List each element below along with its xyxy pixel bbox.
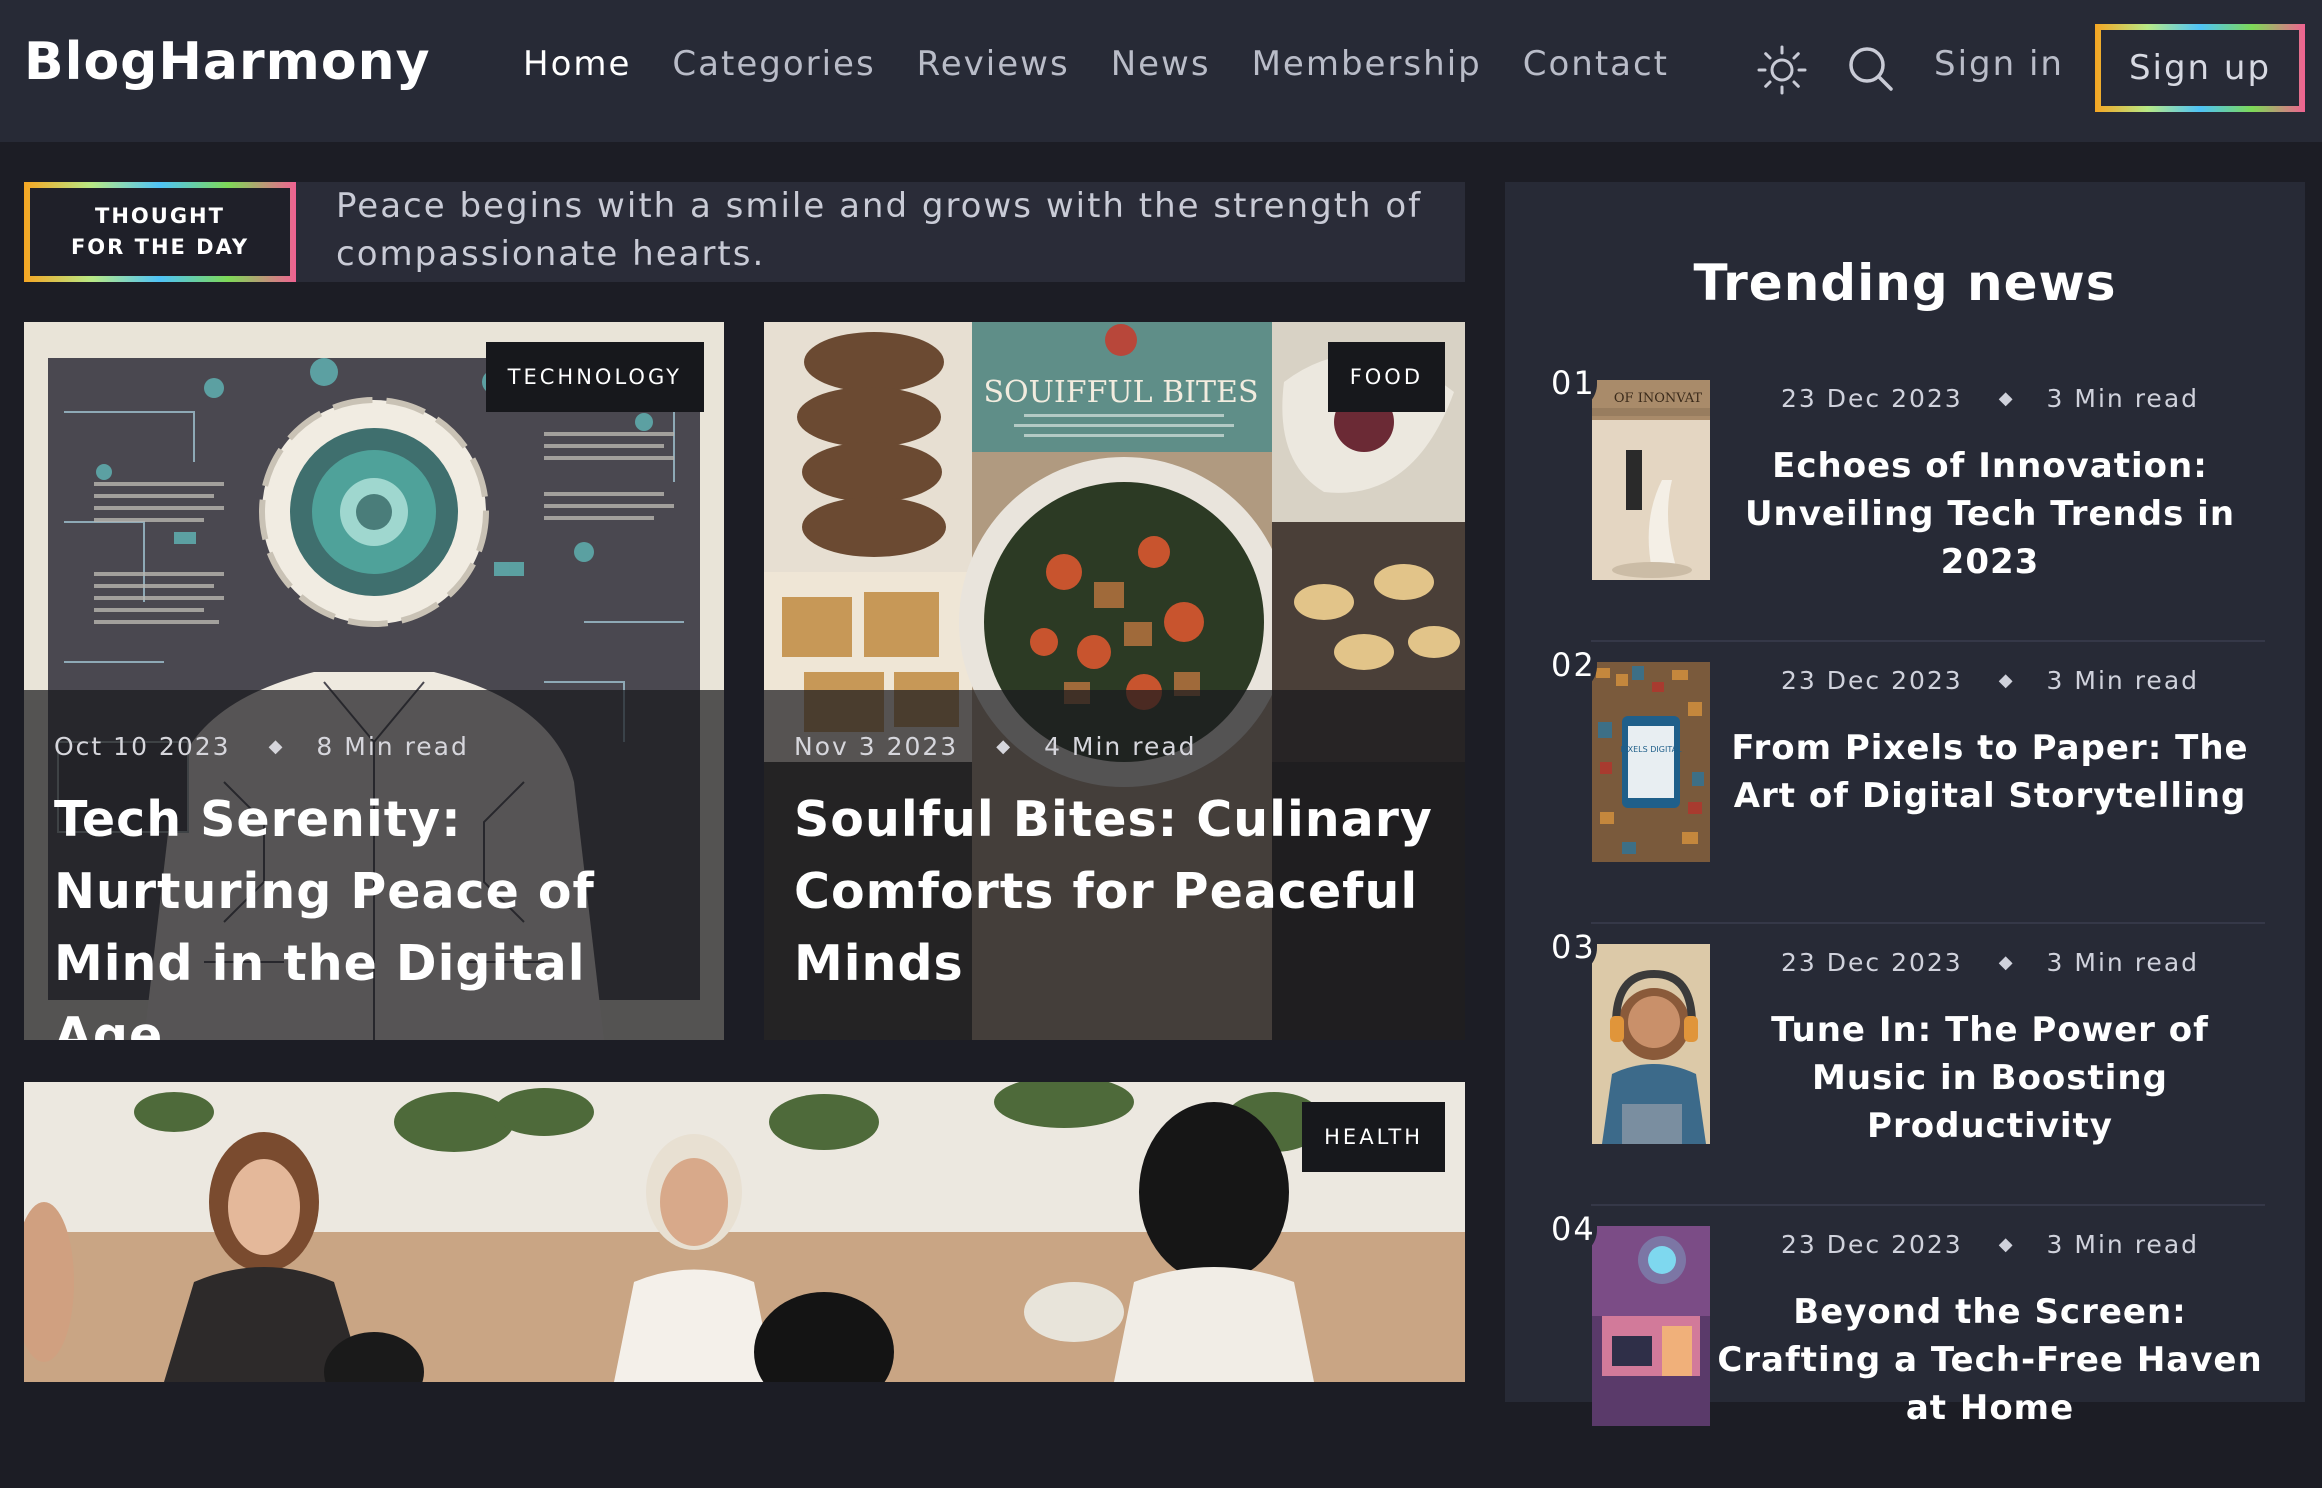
nav-contact[interactable]: Contact <box>1523 44 1669 84</box>
trending-read-time: 3 Min read <box>2046 666 2200 695</box>
trending-title[interactable]: Echoes of Innovation: Unveiling Tech Tre… <box>1715 442 2265 586</box>
diamond-icon: ◆ <box>1998 952 2015 973</box>
featured-card-food[interactable]: SOUIFFUL BITES FOOD Nov 3 2023 ◆ 4 Min r… <box>764 322 1465 1040</box>
search-icon[interactable] <box>1846 44 1896 94</box>
trending-item[interactable]: 03 23 Dec 2023 ◆ 3 Min read Tune In: The… <box>1545 924 2265 1206</box>
nav-home[interactable]: Home <box>523 44 631 84</box>
trending-read-time: 3 Min read <box>2046 1230 2200 1259</box>
thumb-text: PIXELS DIGITAL <box>1620 745 1682 754</box>
trending-title[interactable]: Beyond the Screen: Crafting a Tech-Free … <box>1715 1288 2265 1432</box>
trending-meta: 23 Dec 2023 ◆ 3 Min read <box>1715 1230 2265 1259</box>
thought-label: THOUGHT FOR THE DAY <box>70 204 250 259</box>
trending-date: 23 Dec 2023 <box>1780 1230 1963 1259</box>
diamond-icon: ◆ <box>1998 1234 2015 1255</box>
trending-thumbnail <box>1592 1226 1710 1426</box>
trending-meta: 23 Dec 2023 ◆ 3 Min read <box>1715 384 2265 413</box>
nav-reviews[interactable]: Reviews <box>917 44 1070 84</box>
trending-item[interactable]: 04 23 Dec 2023 ◆ 3 Min read Beyond the S… <box>1545 1206 2265 1488</box>
trending-read-time: 3 Min read <box>2046 948 2200 977</box>
thumb-text: OF INONVAT <box>1614 391 1703 406</box>
nav-categories[interactable]: Categories <box>672 44 875 84</box>
thought-text: Peace begins with a smile and grows with… <box>336 186 1423 274</box>
diamond-icon: ◆ <box>1998 388 2015 409</box>
trending-number: 04 <box>1545 1206 1597 1256</box>
trending-read-time: 3 Min read <box>2046 384 2200 413</box>
card-title[interactable]: Soulful Bites: Culinary Comforts for Pea… <box>794 784 1441 1000</box>
trending-sidebar: Trending news OF INONVAT 01 23 Dec 2023 … <box>1505 182 2305 1428</box>
card-read-time: 4 Min read <box>1044 732 1197 761</box>
nav-membership[interactable]: Membership <box>1252 44 1482 84</box>
sidebar-title: Trending news <box>1693 254 2117 312</box>
card-meta: Oct 10 2023 ◆ 8 Min read <box>54 732 469 761</box>
featured-card-technology[interactable]: TECHNOLOGY Oct 10 2023 ◆ 8 Min read Tech… <box>24 322 724 1040</box>
cookbook-title: SOUIFFUL BITES <box>983 375 1258 410</box>
category-badge[interactable]: TECHNOLOGY <box>485 342 704 412</box>
trending-thumbnail <box>1592 944 1710 1144</box>
card-title[interactable]: Tech Serenity: Nurturing Peace of Mind i… <box>54 784 700 1040</box>
featured-card-health[interactable]: HEALTH <box>24 1082 1465 1382</box>
trending-date: 23 Dec 2023 <box>1780 666 1963 695</box>
trending-number: 01 <box>1545 360 1597 410</box>
thought-of-the-day: THOUGHT FOR THE DAY Peace begins with a … <box>24 182 1465 282</box>
top-navbar: BlogHarmony Home Categories Reviews News… <box>0 0 2322 142</box>
diamond-icon: ◆ <box>1998 670 2015 691</box>
site-logo[interactable]: BlogHarmony <box>24 32 430 92</box>
sign-in-link[interactable]: Sign in <box>1934 44 2064 84</box>
thought-label-box: THOUGHT FOR THE DAY <box>24 182 296 282</box>
trending-item[interactable]: PIXELS DIGITAL 02 23 Dec 2023 ◆ 3 Min re… <box>1545 642 2265 924</box>
category-badge[interactable]: HEALTH <box>1302 1102 1445 1172</box>
card-date: Oct 10 2023 <box>54 732 231 761</box>
sign-up-button[interactable]: Sign up <box>2095 24 2305 112</box>
card-read-time: 8 Min read <box>316 732 469 761</box>
trending-item[interactable]: OF INONVAT 01 23 Dec 2023 ◆ 3 Min read E… <box>1545 360 2265 642</box>
trending-number: 03 <box>1545 924 1597 974</box>
main-nav: Home Categories Reviews News Membership … <box>523 44 1669 84</box>
trending-date: 23 Dec 2023 <box>1780 948 1963 977</box>
diamond-icon: ◆ <box>268 736 285 757</box>
sun-icon[interactable] <box>1756 44 1808 96</box>
trending-title[interactable]: From Pixels to Paper: The Art of Digital… <box>1715 724 2265 820</box>
diamond-icon: ◆ <box>996 736 1013 757</box>
nav-news[interactable]: News <box>1111 44 1211 84</box>
card-date: Nov 3 2023 <box>794 732 959 761</box>
trending-number: 02 <box>1545 642 1597 692</box>
trending-meta: 23 Dec 2023 ◆ 3 Min read <box>1715 666 2265 695</box>
trending-thumbnail: OF INONVAT <box>1592 380 1710 580</box>
category-badge[interactable]: FOOD <box>1327 342 1445 412</box>
trending-date: 23 Dec 2023 <box>1780 384 1963 413</box>
trending-meta: 23 Dec 2023 ◆ 3 Min read <box>1715 948 2265 977</box>
trending-thumbnail: PIXELS DIGITAL <box>1592 662 1710 862</box>
card-meta: Nov 3 2023 ◆ 4 Min read <box>794 732 1197 761</box>
group-meditation-image <box>24 1082 1465 1382</box>
trending-title[interactable]: Tune In: The Power of Music in Boosting … <box>1715 1006 2265 1150</box>
